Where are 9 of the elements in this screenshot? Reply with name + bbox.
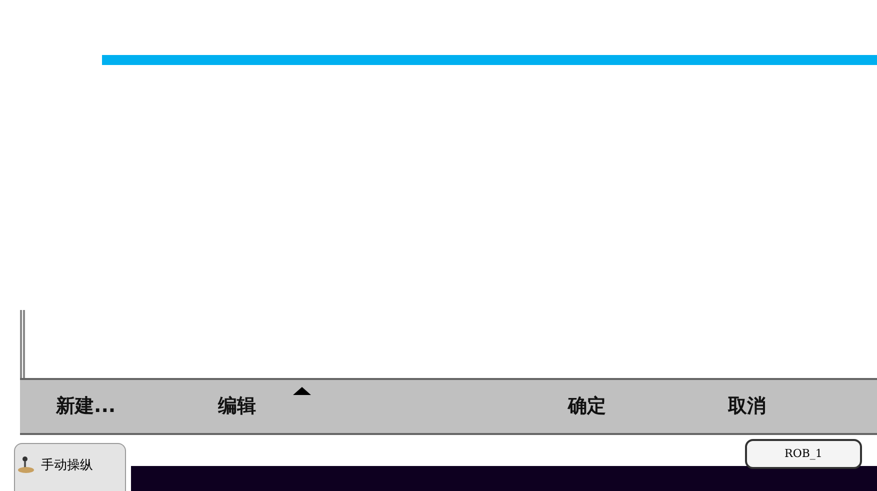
toolbar-button[interactable]: 确定 <box>560 388 614 425</box>
panel-border <box>20 310 25 378</box>
task-tab[interactable]: 手动操纵 <box>14 443 126 491</box>
toolbar-button[interactable]: 取消 <box>720 388 774 425</box>
joystick-icon <box>17 456 35 474</box>
caret-icon <box>292 386 312 396</box>
toolbar-button[interactable]: 新建... <box>48 388 124 425</box>
unit-button[interactable]: ROB_1 <box>745 439 862 469</box>
toolbar-button[interactable]: 编辑 <box>210 388 320 425</box>
